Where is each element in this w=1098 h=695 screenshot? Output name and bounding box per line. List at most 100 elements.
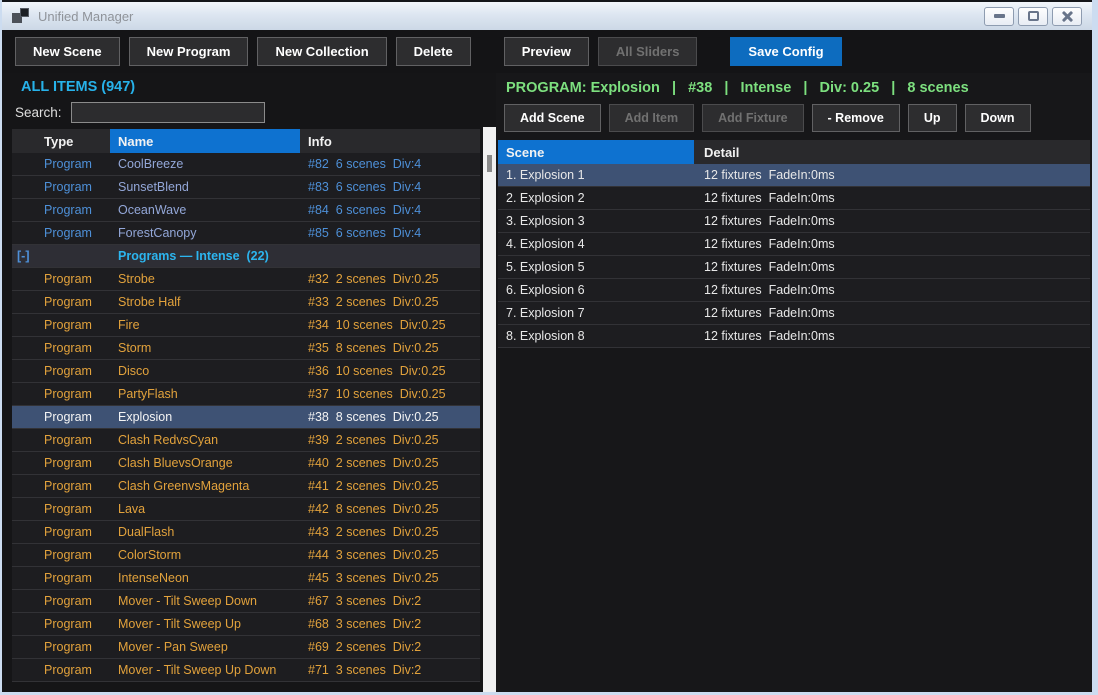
cell-info: #32 2 scenes Div:0.25 — [300, 272, 480, 286]
cell-detail: 12 fixtures FadeIn:0ms — [694, 214, 1090, 228]
cell-type: Program — [38, 272, 110, 286]
table-row-explosion-selected[interactable]: Program Explosion #38 8 scenes Div:0.25 — [12, 406, 480, 429]
preview-button[interactable]: Preview — [504, 37, 589, 66]
items-table-header: Type Name Info — [12, 129, 480, 153]
cell-name: Strobe Half — [110, 295, 300, 309]
column-header-info[interactable]: Info — [300, 129, 480, 153]
content: ALL ITEMS (947) Search: Type Name Info P… — [2, 73, 1092, 692]
cell-type: Program — [38, 203, 110, 217]
cell-type: Program — [38, 157, 110, 171]
column-header-type[interactable]: Type — [38, 129, 110, 153]
cell-type: Program — [38, 318, 110, 332]
close-button[interactable] — [1052, 7, 1082, 26]
scene-row[interactable]: 8. Explosion 8 12 fixtures FadeIn:0ms — [498, 325, 1090, 348]
group-row-programs-intense[interactable]: [-] Programs — Intense (22) — [12, 245, 480, 268]
table-row[interactable]: Program ColorStorm #44 3 scenes Div:0.25 — [12, 544, 480, 567]
scene-row[interactable]: 3. Explosion 3 12 fixtures FadeIn:0ms — [498, 210, 1090, 233]
table-row[interactable]: Program Disco #36 10 scenes Div:0.25 — [12, 360, 480, 383]
cell-name: Fire — [110, 318, 300, 332]
cell-name: DualFlash — [110, 525, 300, 539]
cell-info: #36 10 scenes Div:0.25 — [300, 364, 480, 378]
search-label: Search: — [15, 105, 62, 120]
scene-row[interactable]: 2. Explosion 2 12 fixtures FadeIn:0ms — [498, 187, 1090, 210]
window-controls — [984, 7, 1082, 26]
new-collection-button[interactable]: New Collection — [257, 37, 386, 66]
table-row[interactable]: Program Lava #42 8 scenes Div:0.25 — [12, 498, 480, 521]
table-row[interactable]: Program Mover - Tilt Sweep Down #67 3 sc… — [12, 590, 480, 613]
column-header-scene[interactable]: Scene — [498, 140, 694, 164]
search-row: Search: — [2, 99, 483, 129]
table-row[interactable]: Program Strobe Half #33 2 scenes Div:0.2… — [12, 291, 480, 314]
table-row[interactable]: Program Storm #35 8 scenes Div:0.25 — [12, 337, 480, 360]
program-header: PROGRAM: Explosion | #38 | Intense | Div… — [496, 73, 1092, 100]
scene-row[interactable]: 7. Explosion 7 12 fixtures FadeIn:0ms — [498, 302, 1090, 325]
minimize-button[interactable] — [984, 7, 1014, 26]
scene-row[interactable]: 6. Explosion 6 12 fixtures FadeIn:0ms — [498, 279, 1090, 302]
cell-scene: 8. Explosion 8 — [498, 329, 694, 343]
table-row[interactable]: Program DualFlash #43 2 scenes Div:0.25 — [12, 521, 480, 544]
table-row[interactable]: Program OceanWave #84 6 scenes Div:4 — [12, 199, 480, 222]
cell-info: #34 10 scenes Div:0.25 — [300, 318, 480, 332]
cell-name: Clash GreenvsMagenta — [110, 479, 300, 493]
left-scrollbar[interactable] — [483, 127, 496, 692]
table-row[interactable]: Program Mover - Pan Sweep #69 2 scenes D… — [12, 636, 480, 659]
cell-scene: 1. Explosion 1 — [498, 168, 694, 182]
table-row[interactable]: Program Mover - Tilt Sweep Up #68 3 scen… — [12, 613, 480, 636]
table-row[interactable]: Program IntenseNeon #45 3 scenes Div:0.2… — [12, 567, 480, 590]
save-config-button[interactable]: Save Config — [730, 37, 841, 66]
scene-row-1-selected[interactable]: 1. Explosion 1 12 fixtures FadeIn:0ms — [498, 164, 1090, 187]
close-icon — [1061, 11, 1074, 22]
cell-info: #35 8 scenes Div:0.25 — [300, 341, 480, 355]
cell-info: #69 2 scenes Div:2 — [300, 640, 480, 654]
scene-row[interactable]: 5. Explosion 5 12 fixtures FadeIn:0ms — [498, 256, 1090, 279]
cell-name: ForestCanopy — [110, 226, 300, 240]
table-row[interactable]: Program Mover - Tilt Sweep Up Down #71 3… — [12, 659, 480, 682]
column-header-name[interactable]: Name — [110, 129, 300, 153]
cell-scene: 7. Explosion 7 — [498, 306, 694, 320]
table-row[interactable]: Program ForestCanopy #85 6 scenes Div:4 — [12, 222, 480, 245]
cell-type: Program — [38, 594, 110, 608]
cell-detail: 12 fixtures FadeIn:0ms — [694, 329, 1090, 343]
window: Unified Manager New SceneNew ProgramNew … — [0, 0, 1098, 695]
cell-detail: 12 fixtures FadeIn:0ms — [694, 283, 1090, 297]
down-button[interactable]: Down — [965, 104, 1031, 132]
table-row[interactable]: Program Fire #34 10 scenes Div:0.25 — [12, 314, 480, 337]
cell-info: #43 2 scenes Div:0.25 — [300, 525, 480, 539]
new-scene-button[interactable]: New Scene — [15, 37, 120, 66]
table-row[interactable]: Program SunsetBlend #83 6 scenes Div:4 — [12, 176, 480, 199]
cell-type: Program — [38, 571, 110, 585]
maximize-button[interactable] — [1018, 7, 1048, 26]
cell-name: Clash RedvsCyan — [110, 433, 300, 447]
remove-button[interactable]: - Remove — [812, 104, 900, 132]
table-row[interactable]: Program Clash BluevsOrange #40 2 scenes … — [12, 452, 480, 475]
search-input[interactable] — [71, 102, 265, 123]
cell-type: Program — [38, 180, 110, 194]
scene-row[interactable]: 4. Explosion 4 12 fixtures FadeIn:0ms — [498, 233, 1090, 256]
cell-info: #42 8 scenes Div:0.25 — [300, 502, 480, 516]
table-row[interactable]: Program PartyFlash #37 10 scenes Div:0.2… — [12, 383, 480, 406]
cell-info: #83 6 scenes Div:4 — [300, 180, 480, 194]
app-icon — [12, 8, 29, 24]
column-header-detail[interactable]: Detail — [694, 140, 1090, 164]
toolbar: New Scene New Program New Collection Delete… — [2, 30, 1092, 73]
up-button[interactable]: Up — [908, 104, 957, 132]
scrollbar-thumb[interactable] — [487, 155, 492, 172]
cell-name: Mover - Tilt Sweep Up Down — [110, 663, 300, 677]
cell-name: OceanWave — [110, 203, 300, 217]
cell-name: Mover - Tilt Sweep Up — [110, 617, 300, 631]
titlebar[interactable]: Unified Manager — [2, 0, 1092, 30]
cell-name: Mover - Tilt Sweep Down — [110, 594, 300, 608]
table-row[interactable]: Program Clash GreenvsMagenta #41 2 scene… — [12, 475, 480, 498]
add-item-button: Add Item — [609, 104, 694, 132]
new-program-button[interactable]: New Program — [129, 37, 249, 66]
column-header-toggle — [12, 129, 38, 153]
table-row[interactable]: Program CoolBreeze #82 6 scenes Div:4 — [12, 153, 480, 176]
table-row[interactable]: Program Clash RedvsCyan #39 2 scenes Div… — [12, 429, 480, 452]
cell-info: #44 3 scenes Div:0.25 — [300, 548, 480, 562]
table-row[interactable]: Program Strobe #32 2 scenes Div:0.25 — [12, 268, 480, 291]
cell-info: #40 2 scenes Div:0.25 — [300, 456, 480, 470]
collapse-toggle[interactable]: [-] — [12, 249, 38, 263]
delete-button[interactable]: Delete — [396, 37, 471, 66]
cell-info: #85 6 scenes Div:4 — [300, 226, 480, 240]
add-scene-button[interactable]: Add Scene — [504, 104, 601, 132]
